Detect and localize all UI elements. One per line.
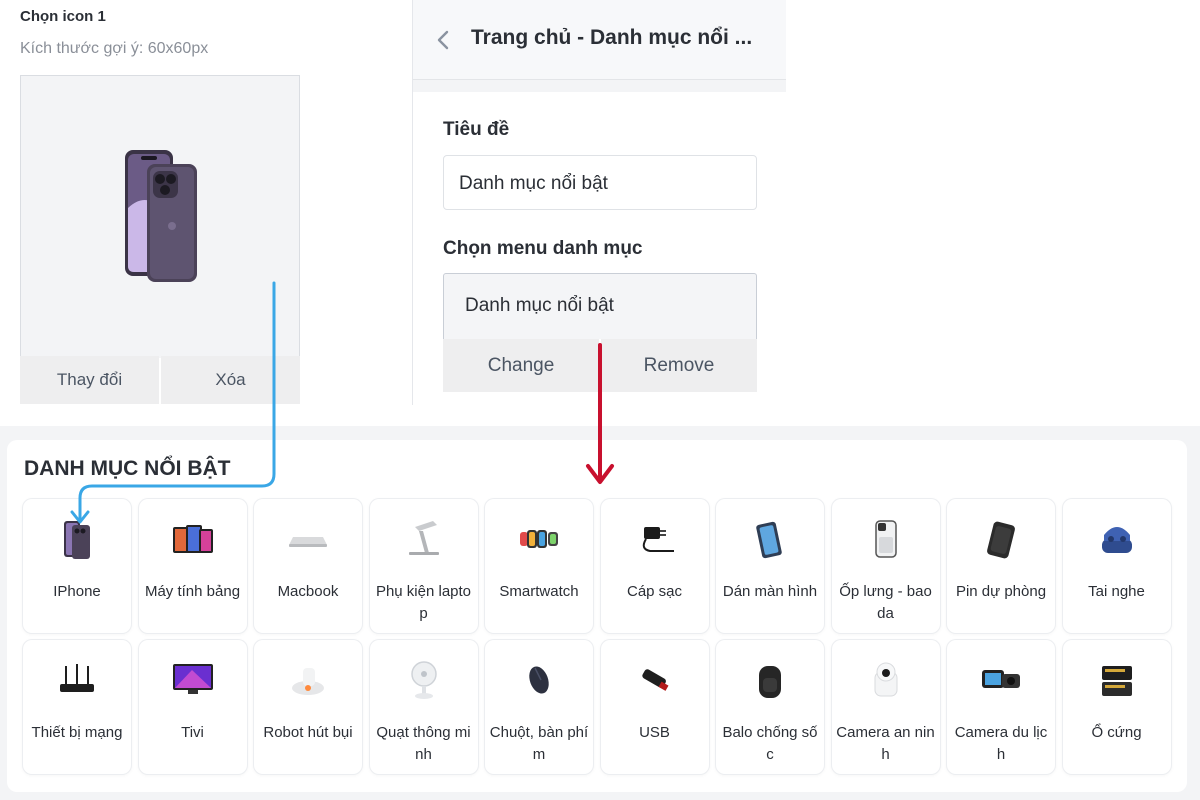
- category-label: USB: [639, 724, 670, 741]
- menu-field-label: Chọn menu danh mục: [443, 238, 643, 259]
- category-label: Camera du lịch: [954, 724, 1048, 763]
- category-tile[interactable]: Quạt thông minh: [369, 640, 478, 774]
- icon-panel-title: Chọn icon 1: [20, 8, 106, 25]
- category-label: Quạt thông minh: [376, 724, 471, 763]
- category-label: IPhone: [53, 583, 101, 600]
- action-camera-icon: [982, 670, 1020, 688]
- icon-preview: [20, 75, 300, 358]
- icon-actions: Thay đổi Xóa: [20, 356, 300, 404]
- security-camera-icon: [874, 662, 897, 697]
- fan-icon: [410, 661, 437, 699]
- category-label: Dán màn hình: [722, 583, 818, 600]
- smartwatch-icon: [520, 530, 558, 548]
- settings-title: Trang chủ - Danh mục nổi ...: [471, 26, 753, 49]
- change-menu-button[interactable]: Change: [443, 339, 599, 392]
- screen-protector-icon: [756, 521, 782, 559]
- phone-case-icon: [874, 520, 897, 558]
- power-bank-icon: [987, 521, 1015, 559]
- menu-actions: Change Remove: [443, 339, 757, 392]
- hard-drive-icon: [1101, 666, 1132, 696]
- category-label: Máy tính bảng: [144, 583, 241, 600]
- category-tile[interactable]: Camera an ninh: [831, 640, 940, 774]
- tablet-icon: [172, 525, 213, 553]
- header-separator: [413, 80, 786, 92]
- category-tile[interactable]: Macbook: [254, 499, 362, 633]
- earbuds-icon: [1101, 527, 1132, 553]
- delete-icon-button[interactable]: Xóa: [161, 356, 300, 404]
- menu-select[interactable]: Danh mục nổi bật: [443, 273, 757, 339]
- category-label: Pin dự phòng: [955, 583, 1047, 600]
- category-label: Smartwatch: [499, 583, 579, 600]
- back-chevron-icon[interactable]: [433, 26, 453, 54]
- category-label: Phụ kiện laptop: [375, 583, 472, 622]
- category-tile[interactable]: Ốp lưng - bao da: [831, 499, 940, 633]
- category-tile[interactable]: Chuột, bàn phím: [485, 640, 593, 774]
- tv-icon: [172, 664, 213, 694]
- category-tile[interactable]: Tai nghe: [1062, 499, 1171, 633]
- icon-panel: Chọn icon 1 Kích thước gợi ý: 60x60px Th…: [0, 0, 412, 405]
- category-label: Robot hút bụi: [263, 724, 353, 741]
- category-tile[interactable]: Robot hút bụi: [254, 640, 362, 774]
- settings-header: Trang chủ - Danh mục nổi ...: [413, 0, 786, 80]
- category-label: Camera an ninh: [836, 724, 935, 763]
- iphone-icon: [64, 521, 90, 559]
- icon-size-hint: Kích thước gợi ý: 60x60px: [20, 40, 209, 57]
- category-label: Tai nghe: [1088, 583, 1145, 600]
- iphone-preview-icon: [125, 150, 197, 282]
- title-field-label: Tiêu đề: [443, 119, 510, 140]
- settings-panel: Trang chủ - Danh mục nổi ... Tiêu đề Dan…: [413, 0, 786, 405]
- category-tile[interactable]: Camera du lịch: [947, 640, 1055, 774]
- remove-menu-button[interactable]: Remove: [601, 339, 757, 392]
- category-tile[interactable]: Dán màn hình: [716, 499, 824, 633]
- category-tile[interactable]: Máy tính bảng: [138, 499, 247, 633]
- mouse-icon: [529, 666, 549, 694]
- router-icon: [60, 664, 94, 692]
- macbook-icon: [289, 537, 327, 547]
- category-label: Thiết bị mạng: [31, 724, 123, 741]
- category-tile[interactable]: Balo chống sốc: [716, 640, 824, 774]
- title-input[interactable]: Danh mục nổi bật: [443, 155, 757, 210]
- category-label: Ốp lưng - bao da: [839, 583, 932, 622]
- category-tile[interactable]: Tivi: [138, 640, 247, 774]
- category-tile[interactable]: Pin dự phòng: [947, 499, 1055, 633]
- category-tile[interactable]: Smartwatch: [485, 499, 593, 633]
- category-tile[interactable]: Ổ cứng: [1062, 640, 1171, 774]
- category-label: Ổ cứng: [1091, 724, 1142, 741]
- category-tile[interactable]: Thiết bị mạng: [23, 640, 131, 774]
- category-label: Chuột, bàn phím: [489, 724, 589, 763]
- category-grid: IPhone Máy tính bảng Macbook Phụ kiện lapto…: [23, 499, 1171, 774]
- category-tile[interactable]: Cáp sạc: [600, 499, 709, 633]
- section-title: DANH MỤC NỔI BẬT: [24, 457, 231, 480]
- laptop-stand-icon: [408, 521, 439, 555]
- category-label: Macbook: [277, 583, 339, 600]
- robot-vacuum-icon: [292, 668, 324, 695]
- category-label: Cáp sạc: [626, 583, 683, 600]
- category-label: Tivi: [181, 724, 204, 741]
- charger-icon: [642, 527, 674, 552]
- change-icon-button[interactable]: Thay đổi: [20, 356, 159, 404]
- usb-icon: [641, 669, 668, 691]
- category-label: Balo chống sốc: [722, 724, 818, 763]
- category-tile[interactable]: IPhone: [23, 499, 131, 633]
- category-tile[interactable]: USB: [600, 640, 709, 774]
- backpack-icon: [759, 666, 781, 698]
- category-tile[interactable]: Phụ kiện laptop: [369, 499, 478, 633]
